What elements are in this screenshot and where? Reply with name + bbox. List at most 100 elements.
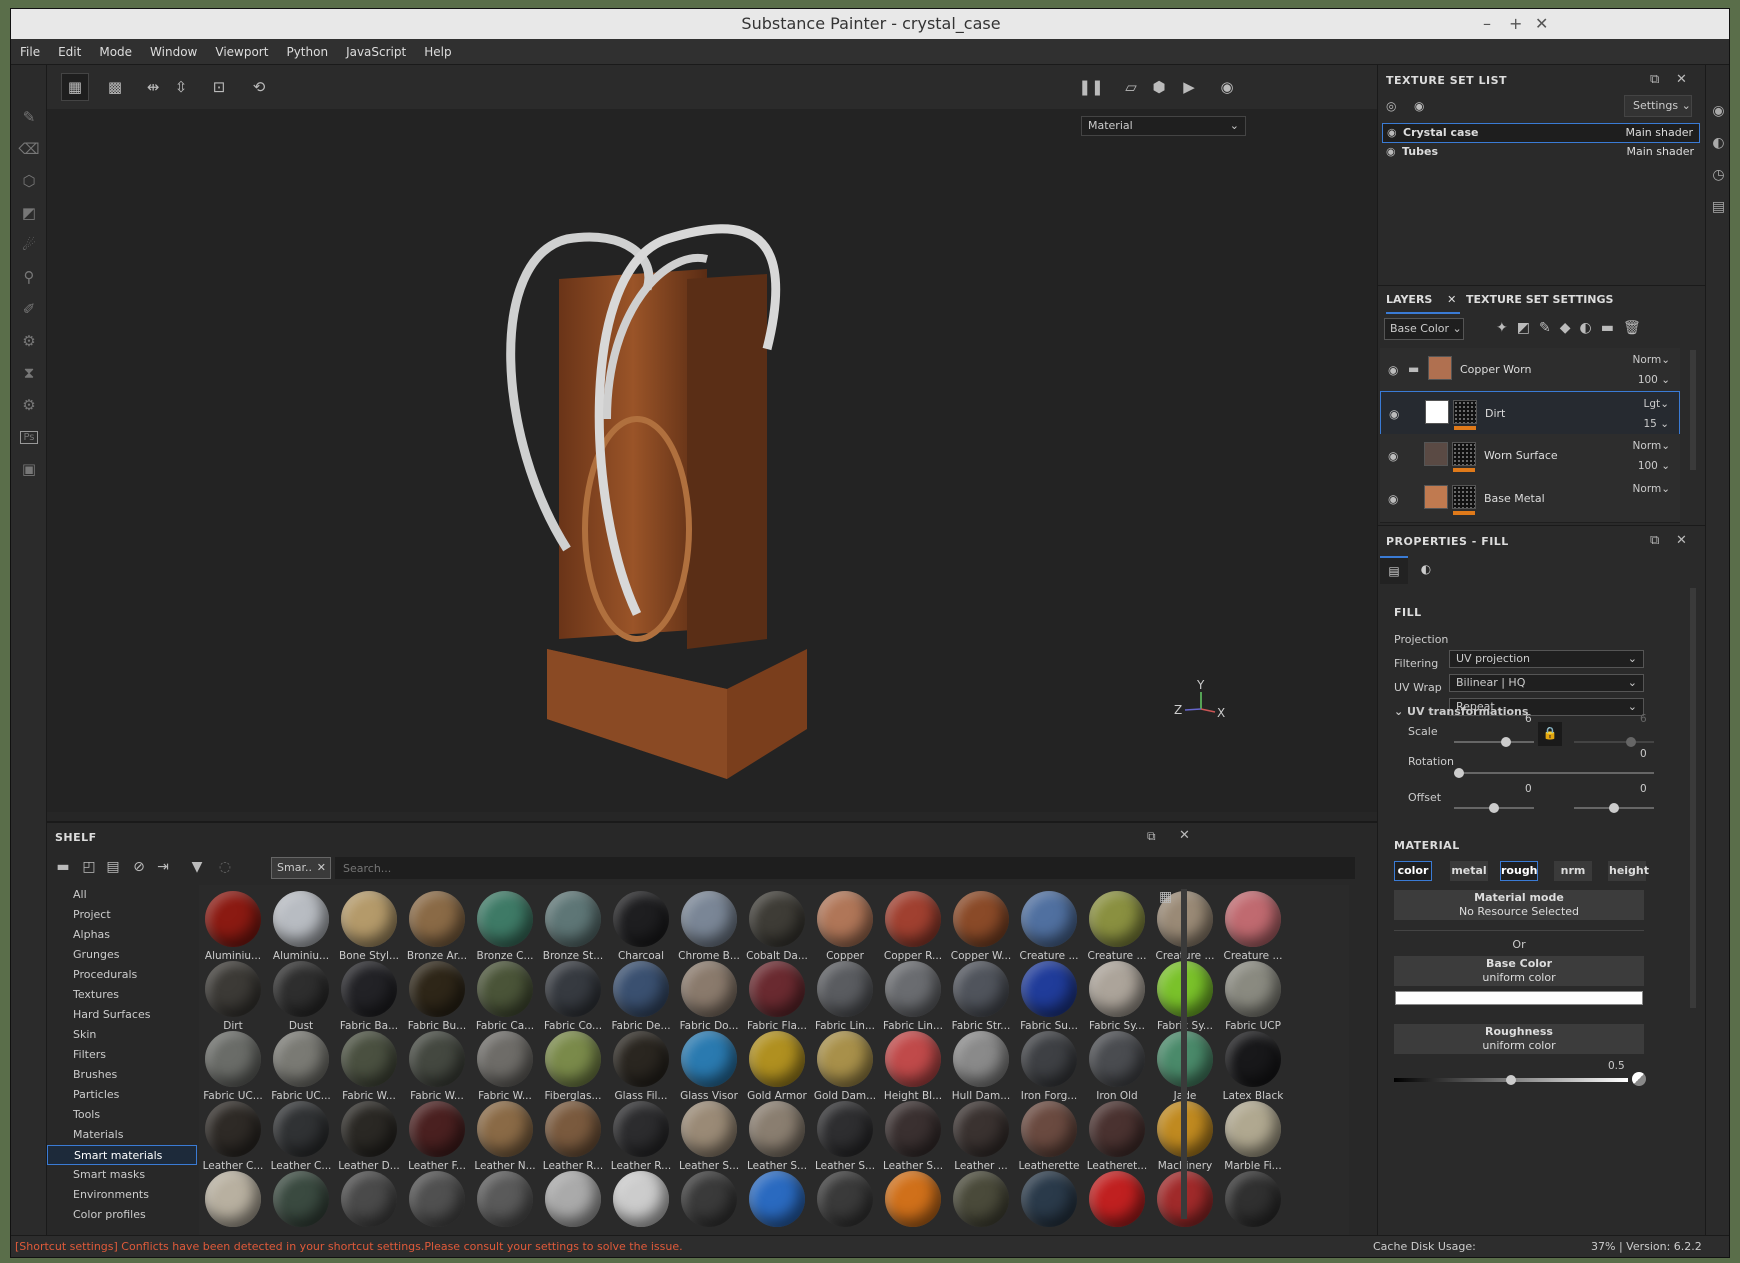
opacity-dropdown[interactable]: 100 ⌄	[1638, 460, 1670, 472]
shelf-item[interactable]: Leather D...	[335, 1095, 403, 1173]
shelf-item[interactable]: Glass Visor	[675, 1025, 743, 1103]
pause-icon[interactable]: ❚❚	[1077, 73, 1105, 101]
shelf-item[interactable]: Dust	[267, 955, 335, 1033]
mask-thumbnail[interactable]	[1452, 485, 1476, 509]
export-icon[interactable]: ▣	[11, 453, 47, 485]
shelf-item[interactable]	[607, 1165, 675, 1237]
texture-set-shader[interactable]: Main shader	[1627, 143, 1694, 161]
shelf-item[interactable]	[743, 1165, 811, 1237]
material-tab-icon[interactable]: ◐	[1412, 556, 1440, 584]
shelf-item[interactable]: Leather S...	[879, 1095, 947, 1173]
shelf-item[interactable]: Charcoal	[607, 885, 675, 963]
menu-viewport[interactable]: Viewport	[206, 39, 277, 65]
shelf-item[interactable]	[199, 1165, 267, 1237]
undock-icon[interactable]: ⧉	[1147, 829, 1156, 844]
properties-tab-icon[interactable]: ▤	[1380, 556, 1408, 584]
settings-dropdown[interactable]: Settings ⌄	[1624, 95, 1692, 117]
color-picker-icon[interactable]: ✐	[11, 293, 47, 325]
offset-v-slider[interactable]	[1574, 803, 1654, 813]
offset-u-slider[interactable]	[1454, 803, 1534, 813]
shelf-item[interactable]: Fiberglas...	[539, 1025, 607, 1103]
shelf-item[interactable]: Fabric W...	[403, 1025, 471, 1103]
reset-camera-icon[interactable]: ⟲	[245, 73, 273, 101]
shelf-category-filters[interactable]: Filters	[47, 1045, 197, 1065]
shelf-item[interactable]: Iron Forg...	[1015, 1025, 1083, 1103]
texture-set-shader[interactable]: Main shader	[1626, 124, 1693, 142]
shelf-item[interactable]: Leather C...	[267, 1095, 335, 1173]
layout-single-icon[interactable]: ▦	[61, 73, 89, 101]
shelf-item[interactable]: Leather S...	[675, 1095, 743, 1173]
layer-name[interactable]: Base Metal	[1484, 492, 1545, 505]
import-icon[interactable]: ⇥	[153, 859, 173, 879]
shelf-item[interactable]	[675, 1165, 743, 1237]
channel-height-button[interactable]: height	[1608, 861, 1649, 881]
shelf-item[interactable]: Copper	[811, 885, 879, 963]
shelf-item[interactable]: Fabric Str...	[947, 955, 1015, 1033]
shelf-item[interactable]: Leather ...	[947, 1095, 1015, 1173]
shelf-item[interactable]: Fabric Ca...	[471, 955, 539, 1033]
close-panel-icon[interactable]: ✕	[1676, 533, 1687, 548]
shelf-item[interactable]	[471, 1165, 539, 1237]
shelf-item[interactable]: Fabric Do...	[675, 955, 743, 1033]
channel-metal-button[interactable]: metal	[1450, 861, 1488, 881]
close-panel-icon[interactable]: ✕	[1179, 828, 1190, 843]
view-2d-icon[interactable]: ▱	[1117, 73, 1145, 101]
eye-icon[interactable]: ◉	[1388, 449, 1398, 463]
shelf-item[interactable]: Hull Dam...	[947, 1025, 1015, 1103]
shelf-item[interactable]: Dirt	[199, 955, 267, 1033]
shelf-category-color-profiles[interactable]: Color profiles	[47, 1205, 197, 1225]
shelf-item[interactable]: Leather S...	[811, 1095, 879, 1173]
shelf-item[interactable]: Fabric Sy...	[1083, 955, 1151, 1033]
roughness-slider-knob[interactable]	[1506, 1075, 1516, 1085]
layer-row[interactable]: ◉ Dirt Lgt⌄ 15 ⌄	[1380, 391, 1680, 437]
roughness-header[interactable]: Roughness uniform color	[1394, 1024, 1644, 1054]
display-settings-icon[interactable]: ◉	[1706, 95, 1729, 127]
offset-v-slider-knob[interactable]	[1609, 803, 1619, 813]
file-icon[interactable]: ▤	[103, 859, 123, 879]
shelf-category-environments[interactable]: Environments	[47, 1185, 197, 1205]
uv-transformations-toggle[interactable]: ⌄ UV transformations	[1394, 702, 1694, 722]
lock-icon[interactable]: 🔒	[1538, 722, 1562, 746]
rotation-slider-knob[interactable]	[1454, 768, 1464, 778]
shelf-item[interactable]: Fabric Su...	[1015, 955, 1083, 1033]
layer-name[interactable]: Copper Worn	[1460, 363, 1531, 376]
add-smart-material-icon[interactable]: ◐	[1579, 320, 1600, 336]
offset-u-slider-knob[interactable]	[1489, 803, 1499, 813]
close-panel-icon[interactable]: ✕	[1676, 72, 1687, 87]
mirror-y-icon[interactable]: ⇳	[167, 73, 195, 101]
hide-icon[interactable]: ⊘	[129, 859, 149, 879]
shelf-category-project[interactable]: Project	[47, 905, 197, 925]
blend-mode-dropdown[interactable]: Norm⌄	[1633, 483, 1670, 495]
shelf-item[interactable]: Leatheret...	[1083, 1095, 1151, 1173]
add-paint-layer-icon[interactable]: ✎	[1539, 320, 1560, 336]
shelf-category-smart-masks[interactable]: Smart masks	[47, 1165, 197, 1185]
shelf-item[interactable]: Chrome B...	[675, 885, 743, 963]
shelf-item[interactable]	[1015, 1165, 1083, 1237]
shelf-item[interactable]: Creature ...	[1219, 885, 1287, 963]
settings-icon[interactable]: ⚙	[11, 389, 47, 421]
paint-brush-icon[interactable]: ✎	[11, 101, 47, 133]
shelf-item[interactable]: Fabric UCP	[1219, 955, 1287, 1033]
folder-icon[interactable]: ▬	[53, 859, 73, 879]
smudge-icon[interactable]: ☄	[11, 229, 47, 261]
shelf-item[interactable]: Gold Armor	[743, 1025, 811, 1103]
layer-row[interactable]: ◉ Worn Surface Norm⌄ 100 ⌄	[1380, 434, 1680, 480]
eye-icon[interactable]: ◉	[1388, 363, 1398, 377]
shelf-item[interactable]	[403, 1165, 471, 1237]
blend-mode-dropdown[interactable]: Norm⌄	[1633, 440, 1670, 452]
shelf-item[interactable]: Fabric Lin...	[879, 955, 947, 1033]
shelf-search-input[interactable]	[335, 857, 1355, 879]
opacity-dropdown[interactable]: 100 ⌄	[1638, 374, 1670, 386]
shelf-category-brushes[interactable]: Brushes	[47, 1065, 197, 1085]
shelf-item[interactable]	[335, 1165, 403, 1237]
shelf-scrollbar[interactable]	[1181, 889, 1187, 1219]
filter-icon[interactable]: ▼	[187, 859, 207, 879]
shelf-item[interactable]: Fabric Co...	[539, 955, 607, 1033]
shelf-item[interactable]	[267, 1165, 335, 1237]
eye-icon[interactable]: ◉	[1386, 143, 1396, 161]
tab-texture-set-settings[interactable]: TEXTURE SET SETTINGS	[1466, 286, 1613, 314]
layer-name[interactable]: Dirt	[1485, 407, 1505, 420]
shelf-item[interactable]: Leather S...	[743, 1095, 811, 1173]
shelf-item[interactable]: Iron Old	[1083, 1025, 1151, 1103]
shelf-item[interactable]: Bronze St...	[539, 885, 607, 963]
